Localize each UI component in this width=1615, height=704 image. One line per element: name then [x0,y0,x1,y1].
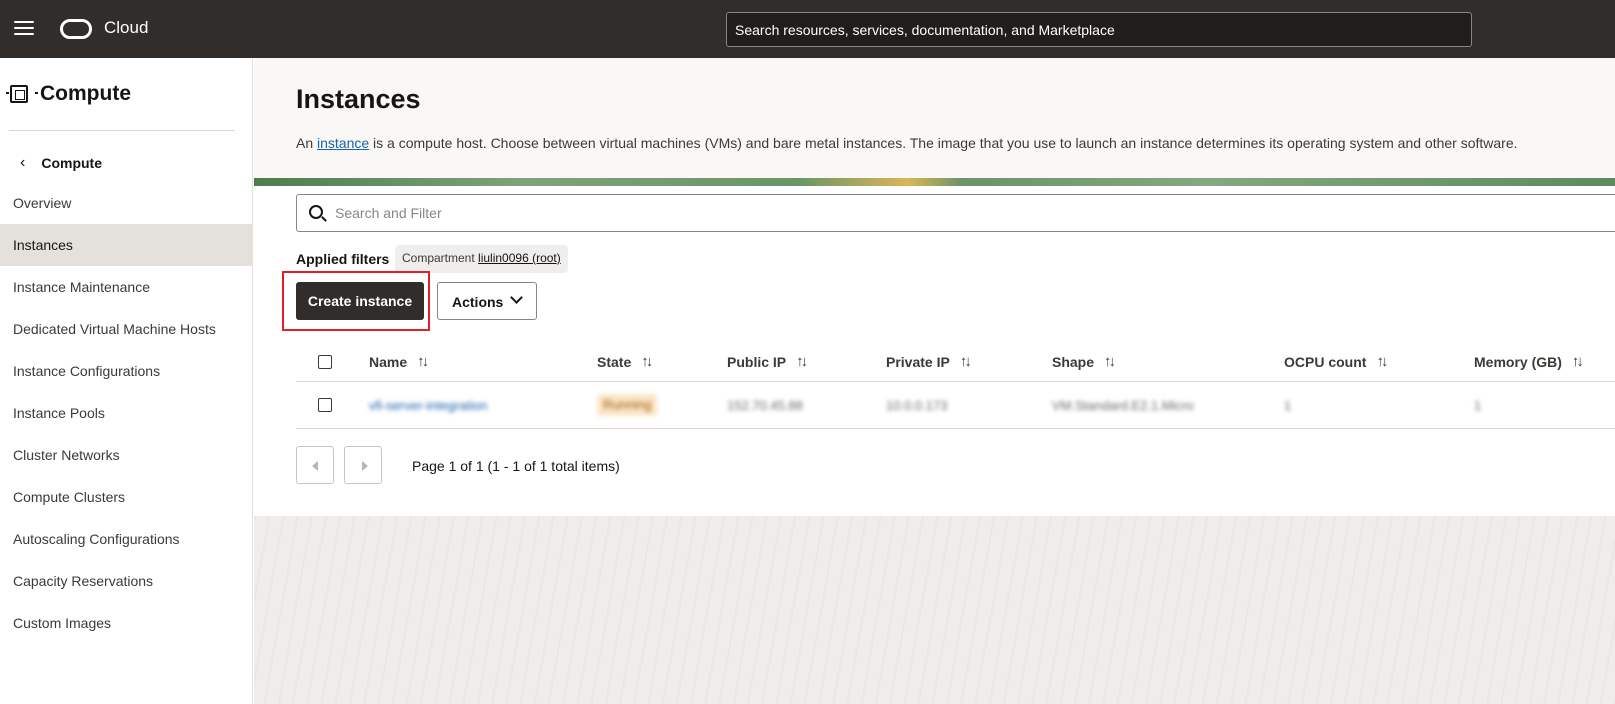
instances-table: Name ↑↓ State ↑↓ Public IP ↑↓ Private IP ↑↓ … [296,342,1615,429]
compartment-link[interactable]: liulin0096 (root) [478,251,561,265]
main-content: Instances An instance is a compute host.… [254,58,1615,704]
table-header: Name ↑↓ State ↑↓ Public IP ↑↓ Private IP ↑↓ … [296,342,1615,382]
sidebar-item-instance-pools[interactable]: Instance Pools [0,392,252,434]
applied-filters-label: Applied filters [296,251,390,267]
column-label: State [597,354,632,370]
sort-icon[interactable]: ↑↓ [1376,342,1388,382]
column-label: Public IP [727,354,787,370]
column-label: Shape [1052,354,1095,370]
filter-placeholder: Search and Filter [335,205,442,221]
table-row: vfi-server-integration Running 152.70.45… [296,382,1615,429]
sidebar-item-cluster-networks[interactable]: Cluster Networks [0,434,252,476]
background-texture [254,516,1615,704]
column-header-state[interactable]: State ↑↓ [597,342,653,382]
column-label: Private IP [886,354,950,370]
menu-icon[interactable] [14,21,34,37]
private-ip-cell: 10.0.0.173 [886,398,948,413]
sidebar: Compute ‹ Compute Overview Instances Ins… [0,58,253,704]
create-instance-button[interactable]: Create instance [296,282,424,320]
sidebar-item-compute-clusters[interactable]: Compute Clusters [0,476,252,518]
column-label: OCPU count [1284,354,1367,370]
back-to-compute-link[interactable]: ‹ Compute [20,154,102,172]
back-label: Compute [41,155,102,171]
sort-icon[interactable]: ↑↓ [1572,342,1584,382]
sort-icon[interactable]: ↑↓ [796,342,808,382]
triangle-left-icon [312,461,318,471]
sidebar-item-autoscaling-configurations[interactable]: Autoscaling Configurations [0,518,252,560]
sort-icon[interactable]: ↑↓ [641,342,653,382]
chevron-down-icon [510,291,523,304]
column-label: Name [369,354,408,370]
compartment-filter-chip[interactable]: Compartment liulin0096 (root) [395,245,568,273]
sidebar-divider [9,130,235,131]
chevron-left-icon: ‹ [20,154,26,171]
sidebar-title: Compute [40,82,131,105]
column-header-ocpu-count[interactable]: OCPU count ↑↓ [1284,342,1388,382]
next-page-button[interactable] [344,446,382,484]
sidebar-item-dedicated-vm-hosts[interactable]: Dedicated Virtual Machine Hosts [0,308,252,350]
sidebar-item-instances[interactable]: Instances [0,224,252,266]
search-icon [309,205,323,219]
desc-prefix: An [296,135,318,151]
sort-icon[interactable]: ↑↓ [417,342,429,382]
instance-name-link[interactable]: vfi-server-integration [369,382,488,429]
page-header: Instances An instance is a compute host.… [254,58,1615,178]
decorative-banner [254,178,1615,186]
select-all-checkbox[interactable] [318,355,332,369]
actions-dropdown-button[interactable]: Actions [437,282,537,320]
memory-cell: 1 [1474,398,1482,413]
top-bar: Cloud Search resources, services, docume… [0,0,1615,58]
sort-icon[interactable]: ↑↓ [1104,342,1116,382]
public-ip-cell: 152.70.45.88 [727,398,803,413]
sort-icon[interactable]: ↑↓ [960,342,972,382]
page-title: Instances [296,84,421,114]
row-checkbox[interactable] [318,398,332,412]
instance-doc-link[interactable]: instance [317,135,369,151]
page-description: An instance is a compute host. Choose be… [296,135,1518,151]
sidebar-header: Compute [6,82,131,106]
column-header-public-ip[interactable]: Public IP ↑↓ [727,342,808,382]
sidebar-item-capacity-reservations[interactable]: Capacity Reservations [0,560,252,602]
shape-cell: VM.Standard.E2.1.Micro [1052,398,1194,413]
previous-page-button[interactable] [296,446,334,484]
status-badge: Running [597,394,658,416]
sidebar-item-instance-maintenance[interactable]: Instance Maintenance [0,266,252,308]
column-header-private-ip[interactable]: Private IP ↑↓ [886,342,972,382]
desc-suffix: is a compute host. Choose between virtua… [369,135,1518,151]
pagination-text: Page 1 of 1 (1 - 1 of 1 total items) [412,458,620,474]
compute-chip-icon [6,85,38,103]
sidebar-nav: Overview Instances Instance Maintenance … [0,182,252,644]
global-search-input[interactable]: Search resources, services, documentatio… [726,12,1472,47]
column-header-memory[interactable]: Memory (GB) ↑↓ [1474,342,1584,382]
sidebar-item-instance-configurations[interactable]: Instance Configurations [0,350,252,392]
ocpu-cell: 1 [1284,398,1292,413]
sidebar-item-custom-images[interactable]: Custom Images [0,602,252,644]
search-filter-input[interactable]: Search and Filter [296,194,1615,232]
column-header-shape[interactable]: Shape ↑↓ [1052,342,1116,382]
chip-prefix: Compartment [402,251,475,265]
sidebar-item-overview[interactable]: Overview [0,182,252,224]
oracle-logo-icon[interactable] [60,19,92,39]
brand-label: Cloud [104,18,149,37]
triangle-right-icon [362,461,368,471]
column-header-name[interactable]: Name ↑↓ [369,342,429,382]
column-label: Memory (GB) [1474,354,1562,370]
actions-label: Actions [452,294,504,310]
